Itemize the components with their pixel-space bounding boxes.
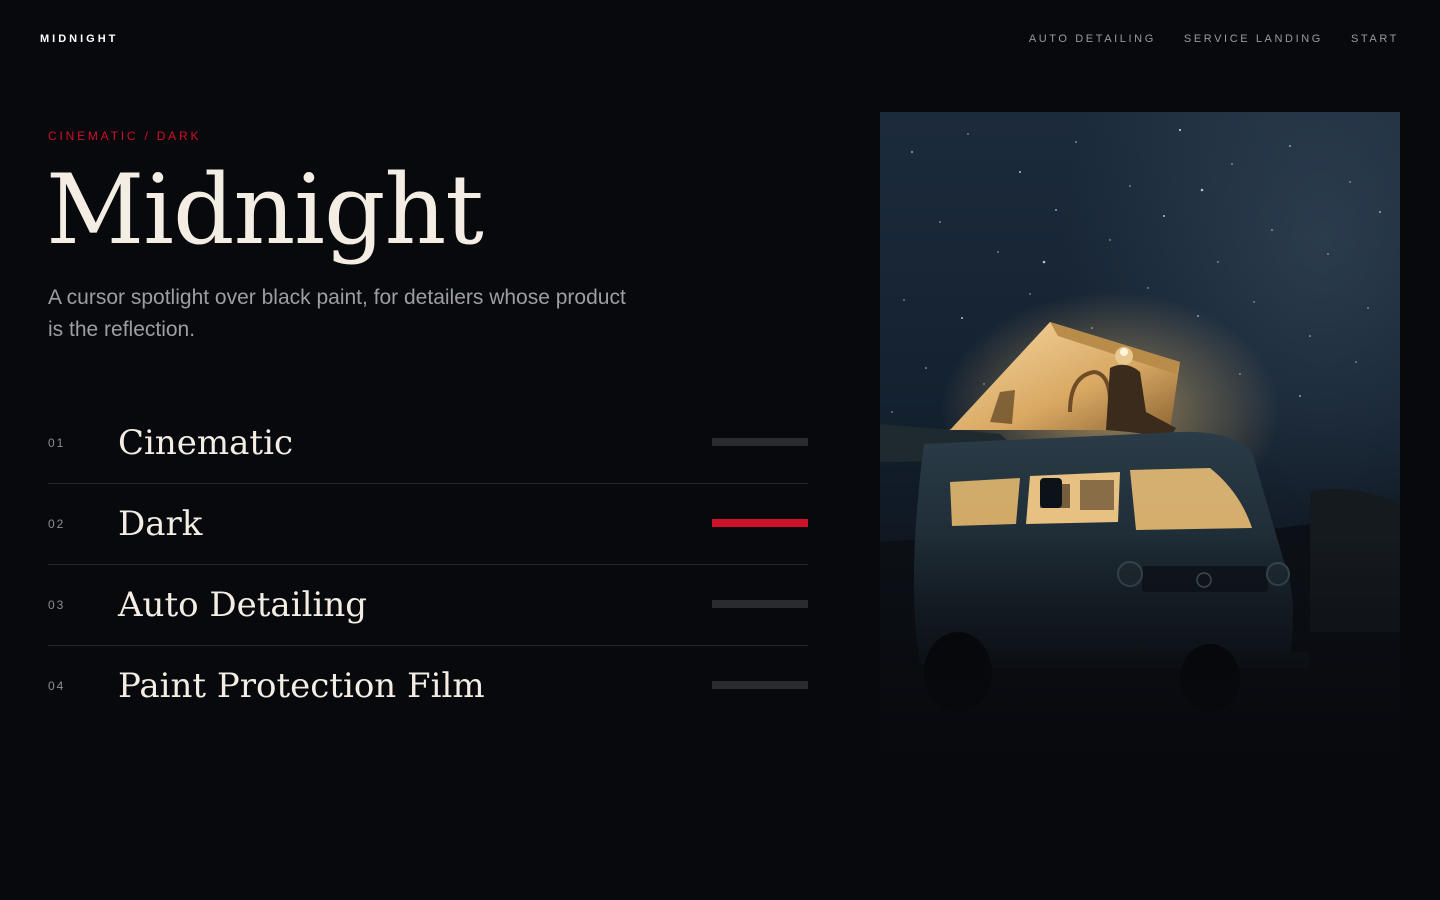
hero-eyebrow: CINEMATIC / DARK xyxy=(48,129,202,143)
service-indicator-bar xyxy=(712,438,808,446)
service-row-paint-protection-film[interactable]: 04 Paint Protection Film xyxy=(48,646,808,726)
service-row-auto-detailing[interactable]: 03 Auto Detailing xyxy=(48,565,808,646)
nav-link-start[interactable]: START xyxy=(1351,33,1399,45)
service-title: Auto Detailing xyxy=(118,585,367,625)
service-row-cinematic[interactable]: 01 Cinematic xyxy=(48,403,808,484)
nav-link-service-landing[interactable]: SERVICE LANDING xyxy=(1184,33,1323,45)
hero-photo-van-at-night xyxy=(880,112,1400,752)
service-title: Paint Protection Film xyxy=(118,666,485,706)
top-nav: AUTO DETAILING SERVICE LANDING START xyxy=(1029,33,1399,45)
service-number: 03 xyxy=(48,598,66,612)
service-indicator-bar xyxy=(712,681,808,689)
service-indicator-bar xyxy=(712,519,808,527)
service-number: 01 xyxy=(48,436,66,450)
service-title: Dark xyxy=(118,504,203,544)
nav-link-auto-detailing[interactable]: AUTO DETAILING xyxy=(1029,33,1156,45)
hero-title: Midnight xyxy=(46,154,484,266)
service-number: 02 xyxy=(48,517,66,531)
service-number: 04 xyxy=(48,679,66,693)
brand-logo[interactable]: MIDNIGHT xyxy=(40,33,118,45)
service-list: 01 Cinematic 02 Dark 03 Auto Detailing 0… xyxy=(48,403,808,726)
hero-lede: A cursor spotlight over black paint, for… xyxy=(48,286,626,341)
service-row-dark[interactable]: 02 Dark xyxy=(48,484,808,565)
service-title: Cinematic xyxy=(118,423,293,463)
service-indicator-bar xyxy=(712,600,808,608)
